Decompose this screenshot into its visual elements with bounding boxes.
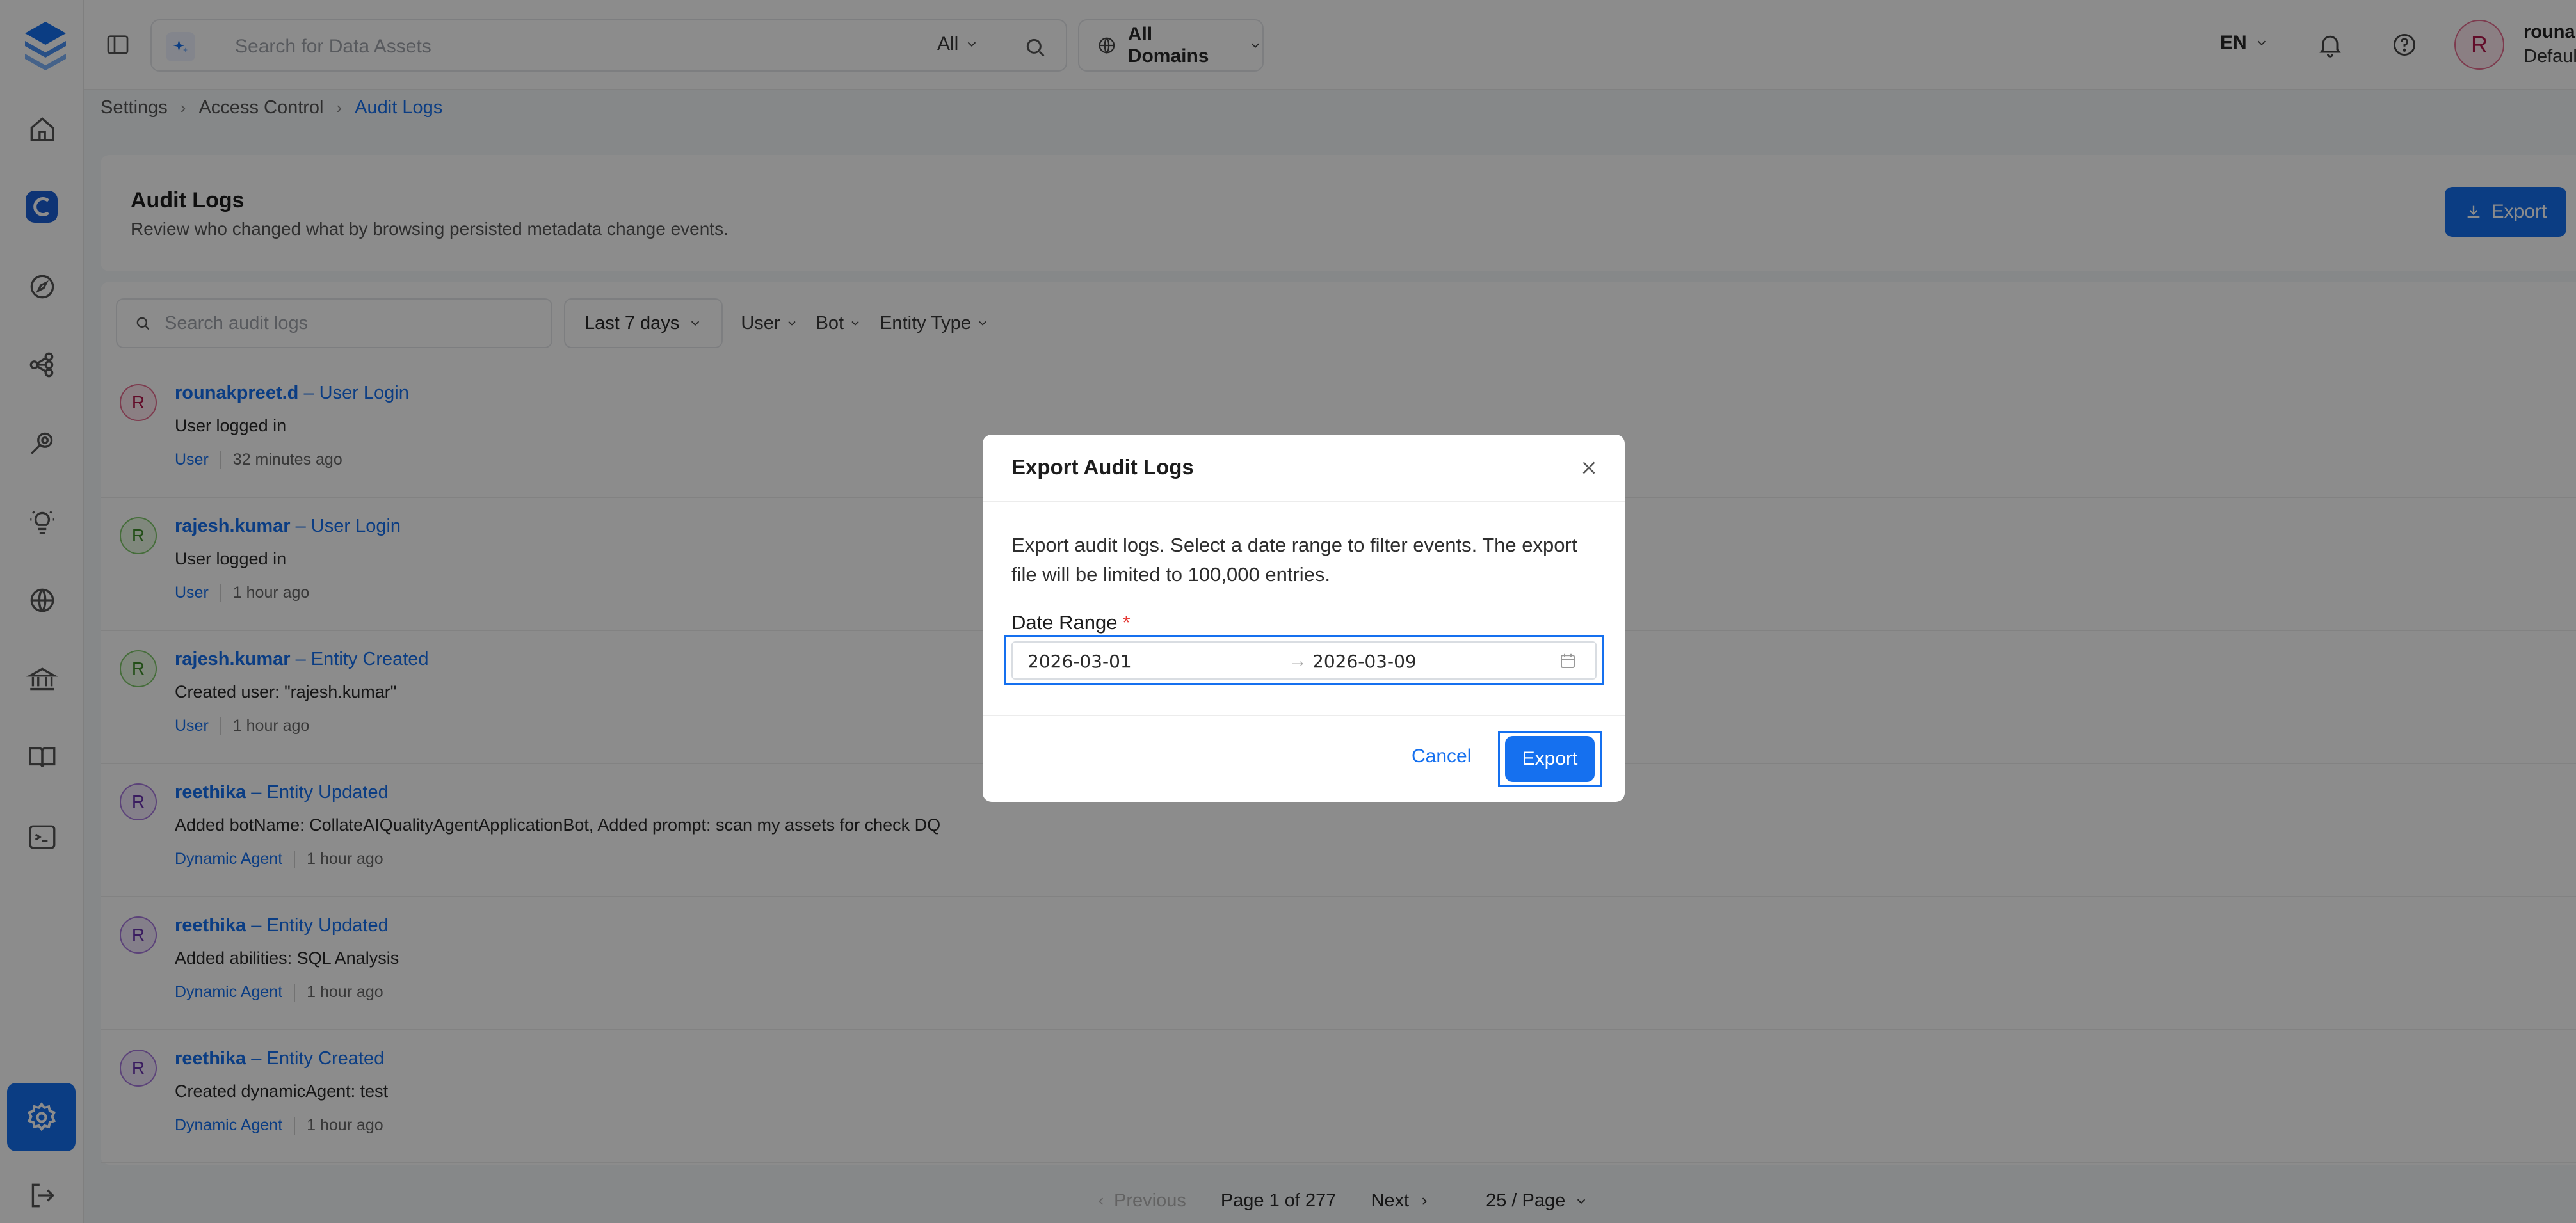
required-mark: * [1122,611,1131,634]
modal-header-divider [983,501,1625,502]
close-icon[interactable] [1578,457,1600,479]
range-arrow-icon: → [1288,650,1307,671]
date-range-label: Date Range * [1011,611,1131,634]
start-date-input[interactable]: 2026-03-01 [1027,651,1132,672]
modal-description: Export audit logs. Select a date range t… [1011,534,1577,586]
modal-export-button[interactable]: Export [1505,736,1595,782]
calendar-icon[interactable] [1558,651,1577,671]
modal-footer-divider [983,715,1625,716]
end-date-input[interactable]: 2026-03-09 [1312,651,1417,672]
export-audit-logs-modal: Export Audit Logs Export audit logs. Sel… [983,435,1625,802]
date-range-label-text: Date Range [1011,611,1118,634]
date-range-picker[interactable]: 2026-03-01 → 2026-03-09 [1011,641,1597,680]
modal-title: Export Audit Logs [1011,455,1194,479]
cancel-button[interactable]: Cancel [1412,746,1471,767]
